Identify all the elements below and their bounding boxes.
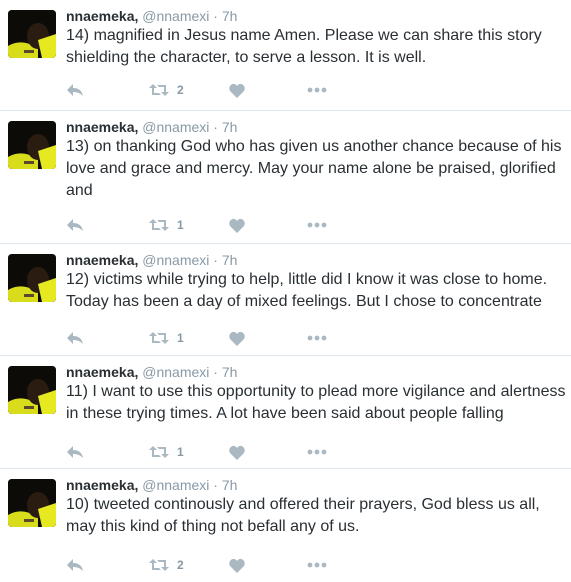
tweet-text: 13) on thanking God who has given us ano… — [66, 138, 562, 199]
separator: · — [213, 477, 218, 493]
tweet-header: nnaemeka, @nnamexi · 7h — [66, 363, 237, 381]
timestamp[interactable]: 7h — [222, 119, 238, 135]
like-icon — [229, 558, 245, 573]
more-icon — [307, 87, 327, 93]
more-icon — [307, 562, 327, 568]
like-button[interactable] — [229, 328, 245, 348]
tweet-text: 12) victims while trying to help, little… — [66, 271, 548, 310]
more-button[interactable] — [307, 442, 327, 462]
timestamp[interactable]: 7h — [222, 8, 238, 24]
separator: · — [213, 252, 218, 268]
retweet-button[interactable]: 2 — [149, 555, 184, 575]
avatar[interactable] — [8, 121, 56, 169]
author-handle[interactable]: @nnamexi — [142, 477, 209, 493]
reply-button[interactable] — [66, 328, 84, 348]
more-button[interactable] — [307, 215, 327, 235]
more-icon — [307, 335, 327, 341]
retweet-count: 1 — [177, 331, 184, 345]
more-button[interactable] — [307, 80, 327, 100]
separator: · — [213, 364, 218, 380]
author-name[interactable]: nnaemeka, — [66, 119, 138, 135]
reply-icon — [67, 446, 83, 458]
tweet[interactable]: nnaemeka, @nnamexi · 7h 10) tweeted cont… — [0, 469, 571, 582]
author-handle[interactable]: @nnamexi — [142, 364, 209, 380]
reply-button[interactable] — [66, 215, 84, 235]
retweet-icon — [149, 219, 169, 231]
like-button[interactable] — [229, 555, 245, 575]
tweet[interactable]: nnaemeka, @nnamexi · 7h 12) victims whil… — [0, 244, 571, 356]
author-name[interactable]: nnaemeka, — [66, 8, 138, 24]
avatar[interactable] — [8, 254, 56, 302]
tweet-text: 10) tweeted continously and offered thei… — [66, 496, 540, 535]
like-button[interactable] — [229, 442, 245, 462]
separator: · — [213, 8, 218, 24]
reply-button[interactable] — [66, 555, 84, 575]
reply-icon — [67, 84, 83, 96]
tweet[interactable]: nnaemeka, @nnamexi · 7h 14) magnified in… — [0, 0, 571, 111]
tweet-header: nnaemeka, @nnamexi · 7h — [66, 7, 237, 25]
more-button[interactable] — [307, 555, 327, 575]
like-icon — [229, 445, 245, 460]
retweet-count: 1 — [177, 445, 184, 459]
retweet-button[interactable]: 2 — [149, 80, 184, 100]
tweet-text: 11) I want to use this opportunity to pl… — [66, 383, 566, 422]
author-name[interactable]: nnaemeka, — [66, 364, 138, 380]
retweet-icon — [149, 446, 169, 458]
like-icon — [229, 218, 245, 233]
tweet-timeline: nnaemeka, @nnamexi · 7h 14) magnified in… — [0, 0, 571, 582]
retweet-count: 2 — [177, 83, 184, 97]
avatar[interactable] — [8, 10, 56, 58]
reply-icon — [67, 219, 83, 231]
timestamp[interactable]: 7h — [222, 477, 238, 493]
tweet[interactable]: nnaemeka, @nnamexi · 7h 13) on thanking … — [0, 111, 571, 244]
author-handle[interactable]: @nnamexi — [142, 119, 209, 135]
reply-button[interactable] — [66, 442, 84, 462]
retweet-button[interactable]: 1 — [149, 328, 184, 348]
separator: · — [213, 119, 218, 135]
timestamp[interactable]: 7h — [222, 364, 238, 380]
like-button[interactable] — [229, 215, 245, 235]
like-icon — [229, 83, 245, 98]
retweet-button[interactable]: 1 — [149, 442, 184, 462]
more-icon — [307, 222, 327, 228]
reply-icon — [67, 332, 83, 344]
tweet-actions: 1 — [66, 215, 366, 235]
tweet[interactable]: nnaemeka, @nnamexi · 7h 11) I want to us… — [0, 356, 571, 469]
retweet-count: 1 — [177, 218, 184, 232]
reply-button[interactable] — [66, 80, 84, 100]
tweet-actions: 2 — [66, 555, 366, 575]
tweet-header: nnaemeka, @nnamexi · 7h — [66, 476, 237, 494]
tweet-text: 14) magnified in Jesus name Amen. Please… — [66, 27, 542, 66]
like-button[interactable] — [229, 80, 245, 100]
retweet-icon — [149, 332, 169, 344]
more-icon — [307, 449, 327, 455]
author-handle[interactable]: @nnamexi — [142, 252, 209, 268]
tweet-actions: 2 — [66, 80, 366, 100]
like-icon — [229, 331, 245, 346]
retweet-icon — [149, 84, 169, 96]
avatar[interactable] — [8, 366, 56, 414]
retweet-icon — [149, 559, 169, 571]
retweet-button[interactable]: 1 — [149, 215, 184, 235]
author-handle[interactable]: @nnamexi — [142, 8, 209, 24]
author-name[interactable]: nnaemeka, — [66, 252, 138, 268]
retweet-count: 2 — [177, 558, 184, 572]
author-name[interactable]: nnaemeka, — [66, 477, 138, 493]
more-button[interactable] — [307, 328, 327, 348]
tweet-header: nnaemeka, @nnamexi · 7h — [66, 118, 237, 136]
timestamp[interactable]: 7h — [222, 252, 238, 268]
avatar[interactable] — [8, 479, 56, 527]
tweet-actions: 1 — [66, 442, 366, 462]
reply-icon — [67, 559, 83, 571]
tweet-actions: 1 — [66, 328, 366, 348]
tweet-header: nnaemeka, @nnamexi · 7h — [66, 251, 237, 269]
